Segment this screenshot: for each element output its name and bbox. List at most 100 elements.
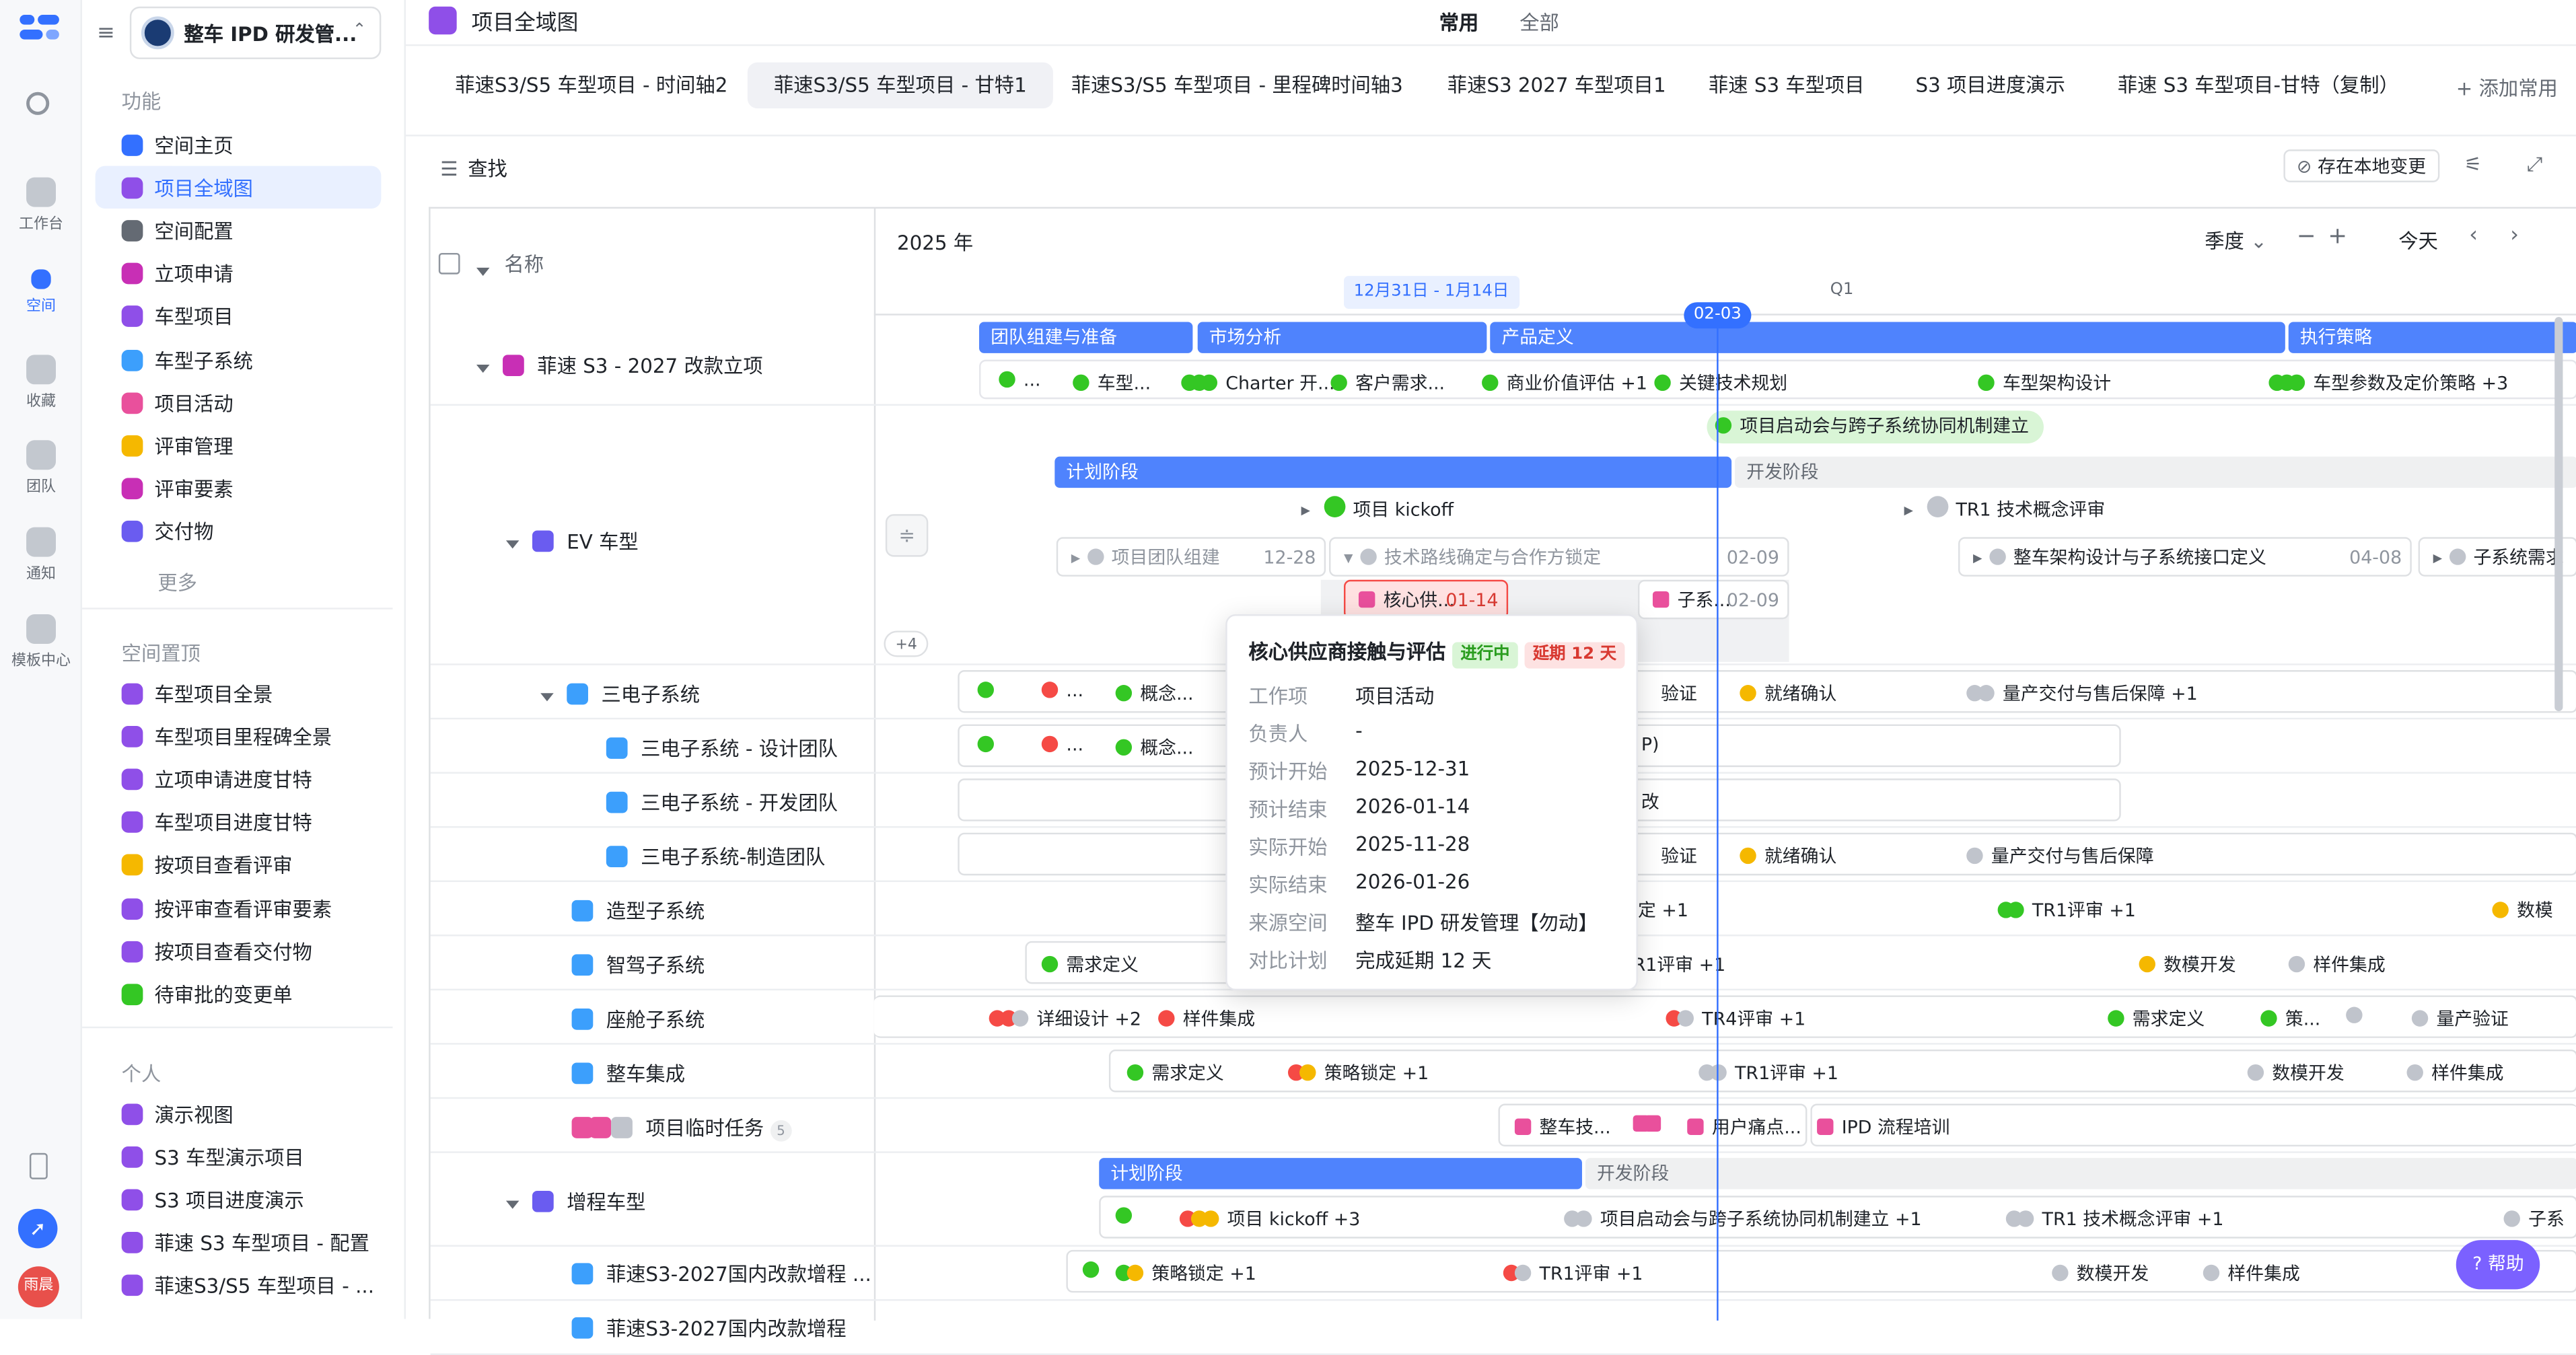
- scale-select[interactable]: 季度 ⌄: [2205, 227, 2267, 255]
- view-tab[interactable]: 菲速S3/S5 车型项目 - 甘特1: [747, 62, 1053, 109]
- avatar[interactable]: 雨晨: [17, 1266, 59, 1308]
- sidebar-item[interactable]: 车型子系统: [96, 338, 382, 381]
- sidebar-item[interactable]: 车型项目: [96, 295, 382, 338]
- sidebar-item[interactable]: S3 车型演示项目: [96, 1135, 382, 1177]
- rail-team[interactable]: 团队: [0, 440, 82, 496]
- add-common-button[interactable]: + 添加常用: [2456, 74, 2558, 102]
- status-dot-icon: [1978, 685, 1995, 702]
- sidebar-item[interactable]: 菲速S3/S5 车型项目 - ...: [96, 1264, 382, 1307]
- sidebar-item[interactable]: 交付物: [96, 511, 382, 553]
- phase-bar[interactable]: 计划阶段: [1054, 456, 1732, 488]
- field-value: 2026-01-26: [1355, 870, 1470, 894]
- view-tab[interactable]: 菲速S3/S5 车型项目 - 时间轴2: [429, 63, 754, 108]
- sidebar-item[interactable]: 演示视图: [96, 1092, 382, 1134]
- help-button[interactable]: ? 帮助: [2456, 1240, 2541, 1290]
- rail-workbench[interactable]: 工作台: [0, 177, 82, 233]
- view-tab[interactable]: 菲速 S3 车型项目: [1682, 63, 1891, 108]
- sidebar-item[interactable]: 空间配置: [96, 209, 382, 252]
- today-marker: 02-03: [1684, 302, 1752, 329]
- seg-all[interactable]: 全部: [1519, 8, 1559, 36]
- expand-icon[interactable]: ▸: [1301, 499, 1311, 521]
- sidebar-item[interactable]: 车型项目里程碑全景: [96, 715, 382, 757]
- seg-common[interactable]: 常用: [1439, 8, 1479, 36]
- sidebar-item[interactable]: 评审管理: [96, 425, 382, 467]
- collapse-icon[interactable]: [505, 540, 520, 549]
- milestone-tag[interactable]: 项目启动会与跨子系统协同机制建立: [1707, 410, 2044, 444]
- fullscreen-icon[interactable]: ⤢: [2527, 153, 2542, 178]
- milestone[interactable]: 车型...: [1098, 373, 1151, 394]
- milestone[interactable]: ...: [1024, 369, 1041, 391]
- delay-badge: 延期 12 天: [1524, 642, 1625, 669]
- next-icon[interactable]: ›: [2510, 223, 2519, 248]
- phase-bar[interactable]: 开发阶段: [1585, 1158, 2576, 1189]
- phone-icon[interactable]: [29, 1152, 48, 1179]
- rocket-icon[interactable]: ➚: [17, 1208, 58, 1249]
- sidebar-item[interactable]: 项目全域图: [95, 166, 382, 209]
- collapse-icon[interactable]: [505, 1200, 520, 1209]
- app-logo-icon[interactable]: [20, 14, 59, 41]
- sidebar-item[interactable]: 按项目查看交付物: [96, 930, 382, 972]
- select-all-checkbox[interactable]: [438, 252, 460, 274]
- phase-bar[interactable]: 执行策略: [2288, 322, 2576, 353]
- milestone[interactable]: TR1 技术概念评审: [1956, 499, 2105, 521]
- milestone[interactable]: 客户需求...: [1355, 373, 1445, 394]
- sidebar-item[interactable]: 评审要素: [96, 468, 382, 510]
- prev-icon[interactable]: ‹: [2469, 223, 2478, 248]
- sidebar-item[interactable]: 立项申请: [96, 252, 382, 295]
- milestone[interactable]: 商业价值评估 +1: [1507, 373, 1647, 394]
- milestone[interactable]: 车型架构设计: [2003, 373, 2111, 394]
- milestone[interactable]: 项目 kickoff: [1353, 499, 1454, 521]
- table-row[interactable]: 菲速S3-2027国内改款增程: [430, 1301, 2576, 1355]
- sidebar-item[interactable]: 按评审查看评审要素: [96, 887, 382, 929]
- activity-chip[interactable]: ▸ 整车架构设计与子系统接口定义 04-08: [1958, 537, 2412, 577]
- milestone[interactable]: Charter 开...: [1225, 373, 1334, 394]
- expand-icon[interactable]: ▸: [1904, 499, 1913, 521]
- expand-all-icon[interactable]: [476, 258, 503, 281]
- rail-favorites[interactable]: 收藏: [0, 355, 82, 410]
- scrollbar[interactable]: [2554, 317, 2563, 712]
- activity-chip[interactable]: 子系... 02-09: [1637, 579, 1789, 620]
- space-switcher[interactable]: 整车 IPD 研发管... ⌃: [129, 6, 382, 59]
- activity-chip-selected[interactable]: 核心供... 01-14: [1343, 579, 1509, 620]
- activity-chip[interactable]: ▸ 项目团队组建 12-28: [1056, 537, 1326, 577]
- view-tab[interactable]: S3 项目进度演示: [1889, 63, 2091, 108]
- more-link[interactable]: 更多: [157, 569, 197, 597]
- rail-notify[interactable]: 通知: [0, 527, 82, 583]
- sidebar-item[interactable]: S3 项目进度演示: [96, 1178, 382, 1220]
- phase-bar[interactable]: 开发阶段: [1735, 456, 2576, 488]
- collapse-sidebar-icon[interactable]: ≡: [97, 22, 115, 46]
- activity-chip[interactable]: ▸ 子系统需求: [2418, 537, 2576, 577]
- phase-bar[interactable]: 计划阶段: [1099, 1158, 1582, 1189]
- phase-bar[interactable]: 产品定义: [1490, 322, 2285, 353]
- today-button[interactable]: 今天: [2398, 227, 2438, 255]
- sidebar-item[interactable]: 待审批的变更单: [96, 973, 382, 1015]
- save-local-button[interactable]: ⊘ 存在本地变更: [2283, 149, 2439, 182]
- collapse-icon[interactable]: [540, 693, 554, 702]
- activity-chip[interactable]: ▾ 技术路线确定与合作方锁定 02-09: [1329, 537, 1789, 577]
- filter-settings-icon[interactable]: ⚟: [2464, 153, 2482, 176]
- sidebar-item[interactable]: 菲速 S3 车型项目 - 配置: [96, 1221, 382, 1264]
- sidebar-item[interactable]: 按项目查看评审: [96, 844, 382, 886]
- zoom-out-button[interactable]: −: [2297, 223, 2316, 250]
- rail-templates[interactable]: 模板中心: [0, 614, 82, 670]
- view-tab[interactable]: 菲速 S3 车型项目-甘特（复制）: [2091, 63, 2425, 108]
- sidebar-item[interactable]: 车型项目进度甘特: [96, 801, 382, 843]
- rail-space[interactable]: 空间: [0, 269, 82, 316]
- zoom-in-button[interactable]: +: [2328, 223, 2347, 250]
- collapse-lanes-button[interactable]: ≑: [885, 514, 929, 557]
- milestone[interactable]: 车型参数及定价策略 +3: [2313, 373, 2508, 394]
- collapse-icon[interactable]: [476, 364, 490, 373]
- phase-bar[interactable]: 市场分析: [1197, 322, 1487, 353]
- view-tab[interactable]: 菲速S3 2027 车型项目1: [1421, 63, 1692, 108]
- sidebar-item[interactable]: 立项申请进度甘特: [96, 758, 382, 800]
- more-count[interactable]: +4: [884, 630, 929, 657]
- phase-bar[interactable]: 团队组建与准备: [979, 322, 1193, 353]
- sidebar-item[interactable]: 空间主页: [96, 123, 382, 166]
- view-tab[interactable]: 菲速S3/S5 车型项目 - 里程碑时间轴3: [1045, 63, 1429, 108]
- search-button[interactable]: ☰ 查找: [440, 154, 507, 182]
- sidebar-item[interactable]: 项目活动: [96, 381, 382, 424]
- sidebar-item[interactable]: 车型项目全景: [96, 671, 382, 714]
- status-dot-icon: [1115, 739, 1133, 756]
- milestone[interactable]: 关键技术规划: [1679, 373, 1787, 394]
- search-icon[interactable]: [26, 91, 50, 115]
